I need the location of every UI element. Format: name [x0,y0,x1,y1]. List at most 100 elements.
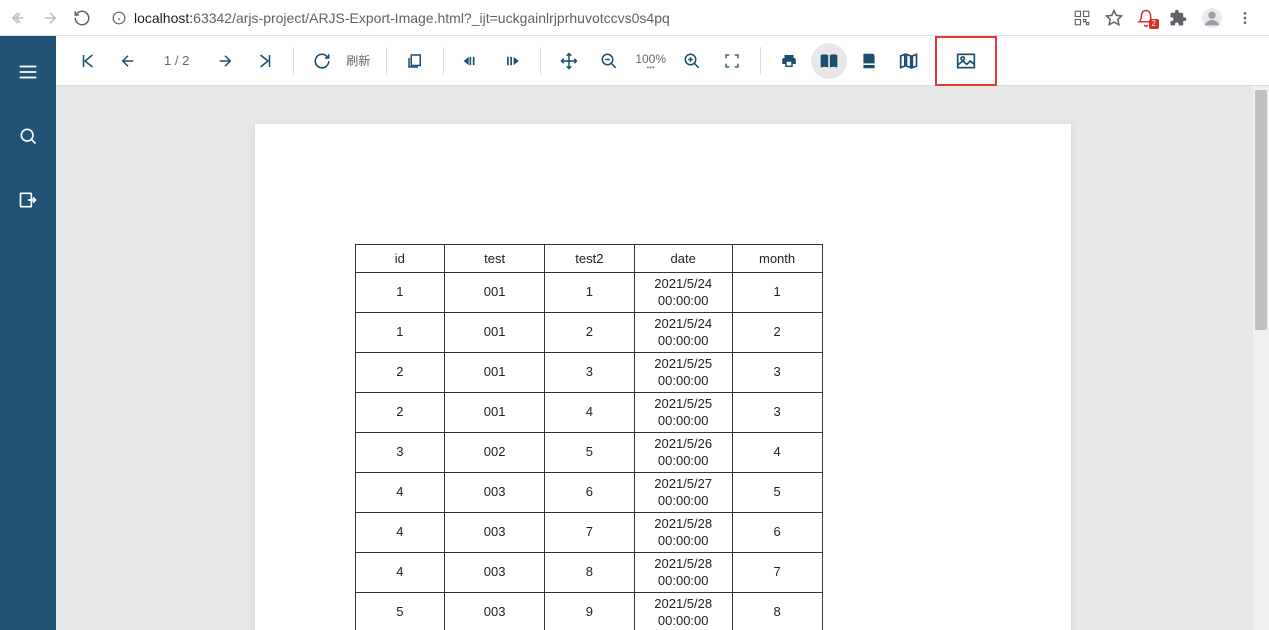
cell-id: 4 [355,553,445,593]
main-container: 1 / 2 刷新 [0,36,1269,630]
cell-test2: 1 [544,273,634,313]
last-page-button[interactable] [247,43,283,79]
cell-test: 001 [445,273,545,313]
zoom-out-button[interactable] [591,43,627,79]
cell-month: 5 [732,473,822,513]
back-button[interactable] [8,8,28,28]
cell-test: 001 [445,313,545,353]
table-row: 100122021/5/2400:00:002 [355,313,822,353]
gallery-mode-button[interactable] [397,43,433,79]
table-row: 200142021/5/2500:00:003 [355,393,822,433]
cell-test2: 7 [544,513,634,553]
url-text: localhost:63342/arjs-project/ARJS-Export… [134,10,670,26]
cell-id: 3 [355,433,445,473]
extensions-puzzle-icon[interactable] [1169,9,1187,27]
cell-month: 6 [732,513,822,553]
table-header-row: id test test2 date month [355,245,822,273]
sidebar [0,36,56,630]
first-page-button[interactable] [70,43,106,79]
cell-month: 3 [732,393,822,433]
facing-page-button[interactable] [891,43,927,79]
header-test2: test2 [544,245,634,273]
cell-test2: 2 [544,313,634,353]
profile-avatar-icon[interactable] [1201,7,1223,29]
address-bar[interactable]: localhost:63342/arjs-project/ARJS-Export… [100,4,1065,32]
move-button[interactable] [551,43,587,79]
refresh-button[interactable] [304,43,340,79]
cell-month: 3 [732,353,822,393]
export-image-highlighted [935,36,997,86]
history-forward-button[interactable] [494,43,530,79]
cell-test2: 3 [544,353,634,393]
bookmark-star-icon[interactable] [1105,9,1123,27]
qr-icon[interactable] [1073,9,1091,27]
table-row: 100112021/5/2400:00:001 [355,273,822,313]
history-back-button[interactable] [454,43,490,79]
browser-nav [8,8,92,28]
prev-page-button[interactable] [110,43,146,79]
cell-id: 1 [355,273,445,313]
sidebar-search-button[interactable] [8,116,48,156]
cell-date: 2021/5/2500:00:00 [634,393,732,433]
header-test: test [445,245,545,273]
cell-test: 003 [445,473,545,513]
table-row: 400382021/5/2800:00:007 [355,553,822,593]
table-row: 400372021/5/2800:00:006 [355,513,822,553]
cell-month: 2 [732,313,822,353]
cell-test2: 6 [544,473,634,513]
cell-id: 4 [355,473,445,513]
cell-test: 003 [445,553,545,593]
cell-date: 2021/5/2500:00:00 [634,353,732,393]
chrome-menu-icon[interactable] [1237,10,1253,26]
toolbar-separator [760,47,761,75]
refresh-label: 刷新 [346,52,370,69]
table-row: 500392021/5/2800:00:008 [355,593,822,630]
data-table: id test test2 date month 100112021/5/240… [355,244,823,630]
report-page: id test test2 date month 100112021/5/240… [255,124,1071,630]
page-indicator: 1 / 2 [164,53,189,68]
toolbar-separator [293,47,294,75]
cell-date: 2021/5/2800:00:00 [634,593,732,630]
zoom-in-button[interactable] [674,43,710,79]
zoom-level-button[interactable]: 100% ••• [631,43,670,79]
cell-test2: 4 [544,393,634,433]
cell-date: 2021/5/2800:00:00 [634,513,732,553]
viewer-toolbar: 1 / 2 刷新 [56,36,1269,86]
forward-button[interactable] [40,8,60,28]
table-row: 400362021/5/2700:00:005 [355,473,822,513]
cell-month: 4 [732,433,822,473]
toolbar-separator [540,47,541,75]
print-button[interactable] [771,43,807,79]
next-page-button[interactable] [207,43,243,79]
sidebar-toggle-button[interactable] [8,52,48,92]
header-date: date [634,245,732,273]
continuous-page-button[interactable] [851,43,887,79]
cell-test: 003 [445,513,545,553]
header-id: id [355,245,445,273]
cell-test: 002 [445,433,545,473]
cell-date: 2021/5/2800:00:00 [634,553,732,593]
cell-month: 8 [732,593,822,630]
cell-test: 001 [445,353,545,393]
sidebar-export-button[interactable] [8,180,48,220]
single-page-button[interactable] [811,43,847,79]
cell-test2: 9 [544,593,634,630]
toolbar-separator [386,47,387,75]
scrollbar-track[interactable] [1253,86,1269,630]
scrollbar-thumb[interactable] [1255,90,1267,330]
cell-date: 2021/5/2400:00:00 [634,273,732,313]
reload-button[interactable] [72,8,92,28]
cell-date: 2021/5/2700:00:00 [634,473,732,513]
fullscreen-button[interactable] [714,43,750,79]
cell-id: 5 [355,593,445,630]
table-row: 200132021/5/2500:00:003 [355,353,822,393]
cell-test2: 8 [544,553,634,593]
report-viewport[interactable]: id test test2 date month 100112021/5/240… [56,86,1269,630]
extension-bell-icon[interactable]: 2 [1137,9,1155,27]
cell-test: 003 [445,593,545,630]
content-area: 1 / 2 刷新 [56,36,1269,630]
ellipsis-icon: ••• [646,66,654,70]
browser-bar: localhost:63342/arjs-project/ARJS-Export… [0,0,1269,36]
export-image-button[interactable] [948,43,984,79]
toolbar-separator [443,47,444,75]
